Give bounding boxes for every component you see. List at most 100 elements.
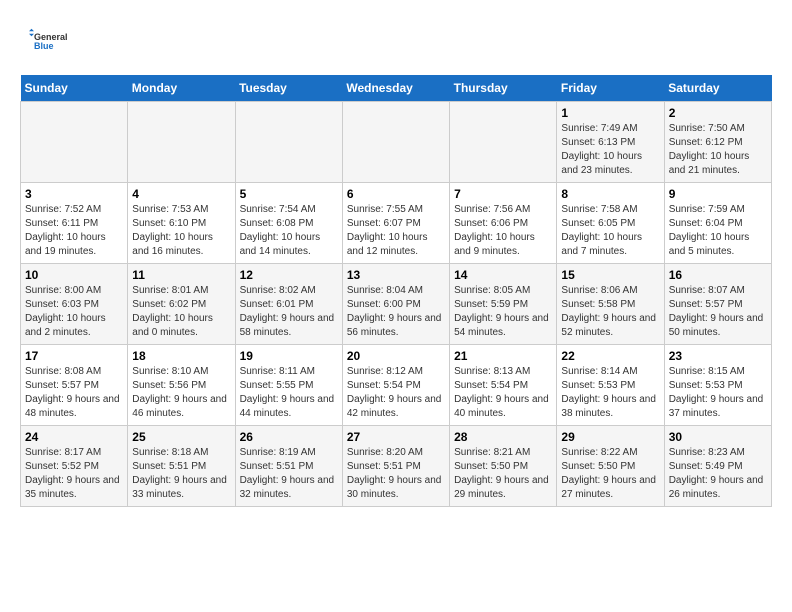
calendar-cell: 29Sunrise: 8:22 AM Sunset: 5:50 PM Dayli… bbox=[557, 426, 664, 507]
day-number: 1 bbox=[561, 106, 659, 120]
day-number: 10 bbox=[25, 268, 123, 282]
day-info: Sunrise: 7:58 AM Sunset: 6:05 PM Dayligh… bbox=[561, 203, 659, 259]
calendar-cell: 17 Sunrise: 8:08 AM Sunset: 5:57 PM Dayli… bbox=[21, 345, 128, 426]
day-number: 9 bbox=[669, 187, 767, 201]
day-info: Sunrise: 8:08 AM Sunset: 5:57 PM Dayligh… bbox=[25, 365, 123, 421]
calendar-cell: 11 Sunrise: 8:01 AM Sunset: 6:02 PM Dayli… bbox=[128, 264, 235, 345]
day-number: 29 bbox=[561, 430, 659, 444]
day-number: 15 bbox=[561, 268, 659, 282]
day-number: 30 bbox=[669, 430, 767, 444]
week-row-1: 1 Sunrise: 7:49 AM Sunset: 6:13 PM Daylig… bbox=[21, 102, 772, 183]
day-number: 28 bbox=[454, 430, 552, 444]
calendar-cell: 8 Sunrise: 7:58 AM Sunset: 6:05 PM Daylig… bbox=[557, 183, 664, 264]
calendar-cell: 25 Sunrise: 8:18 AM Sunset: 5:51 PM Dayli… bbox=[128, 426, 235, 507]
calendar-cell: 26Sunrise: 8:19 AM Sunset: 5:51 PM Dayli… bbox=[235, 426, 342, 507]
day-info: Sunrise: 7:50 AM Sunset: 6:12 PM Dayligh… bbox=[669, 122, 767, 178]
day-info: Sunrise: 8:18 AM Sunset: 5:51 PM Dayligh… bbox=[132, 446, 230, 502]
day-info: Sunrise: 8:20 AM Sunset: 5:51 PM Dayligh… bbox=[347, 446, 445, 502]
weekday-header-friday: Friday bbox=[557, 75, 664, 102]
day-number: 13 bbox=[347, 268, 445, 282]
day-number: 17 bbox=[25, 349, 123, 363]
day-info: Sunrise: 8:07 AM Sunset: 5:57 PM Dayligh… bbox=[669, 284, 767, 340]
day-info: Sunrise: 8:15 AM Sunset: 5:53 PM Dayligh… bbox=[669, 365, 767, 421]
day-number: 18 bbox=[132, 349, 230, 363]
day-number: 7 bbox=[454, 187, 552, 201]
day-number: 2 bbox=[669, 106, 767, 120]
calendar-cell: 23 Sunrise: 8:15 AM Sunset: 5:53 PM Dayli… bbox=[664, 345, 771, 426]
calendar-cell: 18 Sunrise: 8:10 AM Sunset: 5:56 PM Dayli… bbox=[128, 345, 235, 426]
day-number: 19 bbox=[240, 349, 338, 363]
calendar-cell bbox=[128, 102, 235, 183]
weekday-header-saturday: Saturday bbox=[664, 75, 771, 102]
logo: General Blue bbox=[20, 20, 70, 65]
calendar-cell: 24 Sunrise: 8:17 AM Sunset: 5:52 PM Dayli… bbox=[21, 426, 128, 507]
day-number: 5 bbox=[240, 187, 338, 201]
day-info: Sunrise: 7:49 AM Sunset: 6:13 PM Dayligh… bbox=[561, 122, 659, 178]
calendar-cell bbox=[235, 102, 342, 183]
calendar-cell: 27Sunrise: 8:20 AM Sunset: 5:51 PM Dayli… bbox=[342, 426, 449, 507]
day-number: 8 bbox=[561, 187, 659, 201]
calendar-cell: 30 Sunrise: 8:23 AM Sunset: 5:49 PM Dayli… bbox=[664, 426, 771, 507]
day-info: Sunrise: 8:01 AM Sunset: 6:02 PM Dayligh… bbox=[132, 284, 230, 340]
day-number: 25 bbox=[132, 430, 230, 444]
calendar-cell: 3 Sunrise: 7:52 AM Sunset: 6:11 PM Daylig… bbox=[21, 183, 128, 264]
calendar-cell: 12 Sunrise: 8:02 AM Sunset: 6:01 PM Dayli… bbox=[235, 264, 342, 345]
calendar-cell: 1 Sunrise: 7:49 AM Sunset: 6:13 PM Daylig… bbox=[557, 102, 664, 183]
calendar-cell: 5Sunrise: 7:54 AM Sunset: 6:08 PM Daylig… bbox=[235, 183, 342, 264]
day-number: 23 bbox=[669, 349, 767, 363]
logo-svg: General Blue bbox=[20, 20, 70, 65]
calendar-cell: 2 Sunrise: 7:50 AM Sunset: 6:12 PM Daylig… bbox=[664, 102, 771, 183]
calendar-body: 1 Sunrise: 7:49 AM Sunset: 6:13 PM Daylig… bbox=[21, 102, 772, 507]
day-info: Sunrise: 8:14 AM Sunset: 5:53 PM Dayligh… bbox=[561, 365, 659, 421]
calendar-cell: 16Sunrise: 8:07 AM Sunset: 5:57 PM Dayli… bbox=[664, 264, 771, 345]
day-info: Sunrise: 7:52 AM Sunset: 6:11 PM Dayligh… bbox=[25, 203, 123, 259]
calendar-cell: 13 Sunrise: 8:04 AM Sunset: 6:00 PM Dayli… bbox=[342, 264, 449, 345]
calendar-cell: 14Sunrise: 8:05 AM Sunset: 5:59 PM Dayli… bbox=[450, 264, 557, 345]
calendar-cell: 7 Sunrise: 7:56 AM Sunset: 6:06 PM Daylig… bbox=[450, 183, 557, 264]
calendar-cell: 22 Sunrise: 8:14 AM Sunset: 5:53 PM Dayli… bbox=[557, 345, 664, 426]
day-info: Sunrise: 8:12 AM Sunset: 5:54 PM Dayligh… bbox=[347, 365, 445, 421]
day-number: 6 bbox=[347, 187, 445, 201]
calendar-header: SundayMondayTuesdayWednesdayThursdayFrid… bbox=[21, 75, 772, 102]
calendar-cell bbox=[21, 102, 128, 183]
day-number: 3 bbox=[25, 187, 123, 201]
calendar-cell: 4 Sunrise: 7:53 AM Sunset: 6:10 PM Daylig… bbox=[128, 183, 235, 264]
calendar-cell: 21 Sunrise: 8:13 AM Sunset: 5:54 PM Dayli… bbox=[450, 345, 557, 426]
weekday-header-thursday: Thursday bbox=[450, 75, 557, 102]
week-row-2: 3 Sunrise: 7:52 AM Sunset: 6:11 PM Daylig… bbox=[21, 183, 772, 264]
weekday-header-sunday: Sunday bbox=[21, 75, 128, 102]
day-number: 12 bbox=[240, 268, 338, 282]
weekday-header-wednesday: Wednesday bbox=[342, 75, 449, 102]
day-info: Sunrise: 8:06 AM Sunset: 5:58 PM Dayligh… bbox=[561, 284, 659, 340]
day-info: Sunrise: 7:56 AM Sunset: 6:06 PM Dayligh… bbox=[454, 203, 552, 259]
weekday-header-row: SundayMondayTuesdayWednesdayThursdayFrid… bbox=[21, 75, 772, 102]
day-number: 21 bbox=[454, 349, 552, 363]
calendar-table: SundayMondayTuesdayWednesdayThursdayFrid… bbox=[20, 75, 772, 507]
day-info: Sunrise: 8:04 AM Sunset: 6:00 PM Dayligh… bbox=[347, 284, 445, 340]
day-number: 11 bbox=[132, 268, 230, 282]
week-row-5: 24 Sunrise: 8:17 AM Sunset: 5:52 PM Dayli… bbox=[21, 426, 772, 507]
svg-text:Blue: Blue bbox=[34, 41, 54, 51]
day-info: Sunrise: 8:02 AM Sunset: 6:01 PM Dayligh… bbox=[240, 284, 338, 340]
day-number: 14 bbox=[454, 268, 552, 282]
day-info: Sunrise: 8:10 AM Sunset: 5:56 PM Dayligh… bbox=[132, 365, 230, 421]
day-info: Sunrise: 8:23 AM Sunset: 5:49 PM Dayligh… bbox=[669, 446, 767, 502]
day-number: 24 bbox=[25, 430, 123, 444]
day-info: Sunrise: 7:59 AM Sunset: 6:04 PM Dayligh… bbox=[669, 203, 767, 259]
day-info: Sunrise: 8:00 AM Sunset: 6:03 PM Dayligh… bbox=[25, 284, 123, 340]
day-info: Sunrise: 8:21 AM Sunset: 5:50 PM Dayligh… bbox=[454, 446, 552, 502]
calendar-cell: 20 Sunrise: 8:12 AM Sunset: 5:54 PM Dayli… bbox=[342, 345, 449, 426]
day-info: Sunrise: 8:11 AM Sunset: 5:55 PM Dayligh… bbox=[240, 365, 338, 421]
day-number: 4 bbox=[132, 187, 230, 201]
day-info: Sunrise: 8:17 AM Sunset: 5:52 PM Dayligh… bbox=[25, 446, 123, 502]
day-info: Sunrise: 8:13 AM Sunset: 5:54 PM Dayligh… bbox=[454, 365, 552, 421]
day-number: 20 bbox=[347, 349, 445, 363]
day-info: Sunrise: 7:53 AM Sunset: 6:10 PM Dayligh… bbox=[132, 203, 230, 259]
calendar-cell: 19 Sunrise: 8:11 AM Sunset: 5:55 PM Dayli… bbox=[235, 345, 342, 426]
week-row-3: 10 Sunrise: 8:00 AM Sunset: 6:03 PM Dayli… bbox=[21, 264, 772, 345]
weekday-header-tuesday: Tuesday bbox=[235, 75, 342, 102]
svg-text:General: General bbox=[34, 32, 68, 42]
calendar-cell: 6Sunrise: 7:55 AM Sunset: 6:07 PM Daylig… bbox=[342, 183, 449, 264]
day-info: Sunrise: 8:19 AM Sunset: 5:51 PM Dayligh… bbox=[240, 446, 338, 502]
day-number: 22 bbox=[561, 349, 659, 363]
